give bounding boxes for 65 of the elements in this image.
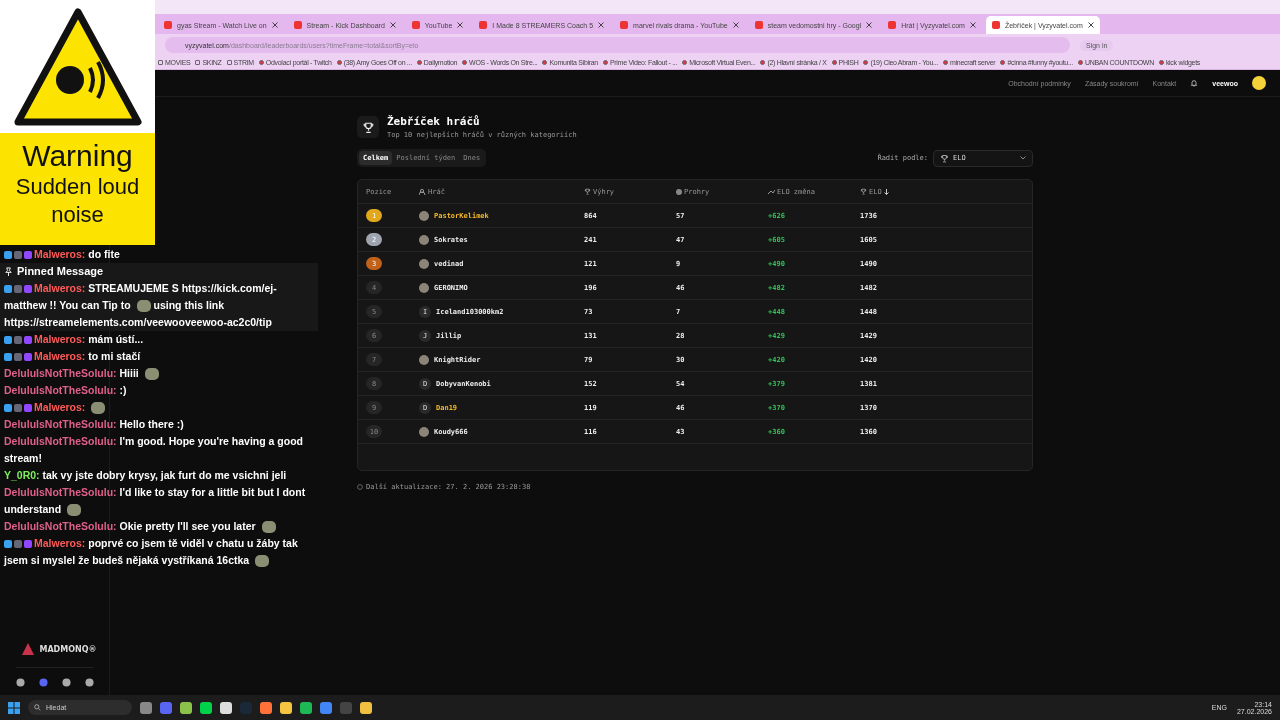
favicon-icon <box>411 21 420 29</box>
close-icon[interactable] <box>732 22 739 28</box>
social-icon[interactable] <box>84 678 94 687</box>
avatar-placeholder <box>419 210 429 221</box>
bell-icon[interactable] <box>1190 79 1199 87</box>
trend-icon <box>768 188 775 195</box>
brand-name: MADMONQ® <box>39 644 97 654</box>
close-icon[interactable] <box>598 22 605 28</box>
chat-message: Malweros: mám ústí... <box>4 331 314 348</box>
sort-arrow-icon <box>883 188 889 195</box>
favicon-icon <box>479 21 488 29</box>
chat-message: Malweros: to mi stačí <box>4 348 314 365</box>
warning-title: Warning <box>22 139 133 173</box>
taskbar-app-icon[interactable] <box>280 701 292 714</box>
users-icon <box>419 188 426 195</box>
chat-message: DeluluIsNotTheSolulu: Hello there :) <box>4 417 185 432</box>
chat-message: DeluluIsNotTheSolulu: Hiiii <box>4 365 314 382</box>
chat-message: Malweros: poprvé co jsem tě viděl v chatu u žáby tak jsem si myslel že budeš nějaká vystříkaná 16ctka <box>4 536 299 569</box>
chat-message: Malweros: do fite <box>4 246 314 263</box>
social-icon[interactable] <box>15 678 25 687</box>
favicon-icon <box>754 21 763 29</box>
close-icon[interactable] <box>457 22 464 28</box>
social-icon[interactable] <box>38 678 48 687</box>
close-icon[interactable] <box>271 22 278 28</box>
chat-message: DeluluIsNotTheSolulu: Okie pretty I'll see you later <box>4 518 314 535</box>
taskbar-app-icon[interactable] <box>220 701 232 714</box>
taskbar-app-icon[interactable] <box>300 701 312 714</box>
chat-message: Malweros: <box>4 399 314 416</box>
taskbar-app-icon[interactable] <box>180 701 192 714</box>
favicon-icon <box>164 21 172 29</box>
taskbar-app-icon[interactable] <box>360 701 372 714</box>
close-icon[interactable] <box>866 22 873 28</box>
chat-message: DeluluIsNotTheSolulu: I'm good. Hope you're having a good stream! <box>4 434 304 466</box>
trophy-icon <box>940 153 949 163</box>
trophy-icon <box>584 188 591 195</box>
social-icon[interactable] <box>61 678 71 687</box>
chevron-icon <box>1020 156 1026 160</box>
circle-icon <box>676 188 682 195</box>
avatar-placeholder <box>419 426 429 437</box>
favicon-icon <box>293 21 302 29</box>
chat-message: DeluluIsNotTheSolulu: I'd like to stay for a little bit but I dont understand <box>4 485 307 518</box>
favicon-icon <box>620 21 629 29</box>
avatar-placeholder <box>419 354 429 365</box>
taskbar-app-icon[interactable] <box>260 701 272 714</box>
user-avatar[interactable] <box>1252 76 1266 90</box>
favicon-icon <box>991 21 1000 29</box>
avatar-placeholder <box>419 282 429 293</box>
warning-text: Sudden loud noise <box>14 173 141 228</box>
favicon-icon <box>888 21 897 29</box>
pin-icon <box>4 267 13 276</box>
page-title: Žebříček hráčů <box>387 115 481 128</box>
logo-icon <box>22 643 35 655</box>
close-icon[interactable] <box>389 22 396 28</box>
avatar-placeholder <box>419 234 429 245</box>
chat-message: DeluluIsNotTheSolulu: :) <box>4 383 128 398</box>
taskbar-app-icon[interactable] <box>200 701 212 714</box>
clock-icon <box>357 484 363 490</box>
search-icon <box>34 704 41 711</box>
close-icon[interactable] <box>1087 22 1094 28</box>
windows-icon[interactable] <box>8 701 20 714</box>
trophy-icon <box>860 188 867 195</box>
chat-message: Y_0R0: tak vy jste dobry krysy, jak furt do me vsichni jeli <box>4 468 288 483</box>
pinned-label: Pinned Message <box>17 264 104 279</box>
avatar-placeholder <box>419 258 429 269</box>
close-icon[interactable] <box>969 22 976 28</box>
